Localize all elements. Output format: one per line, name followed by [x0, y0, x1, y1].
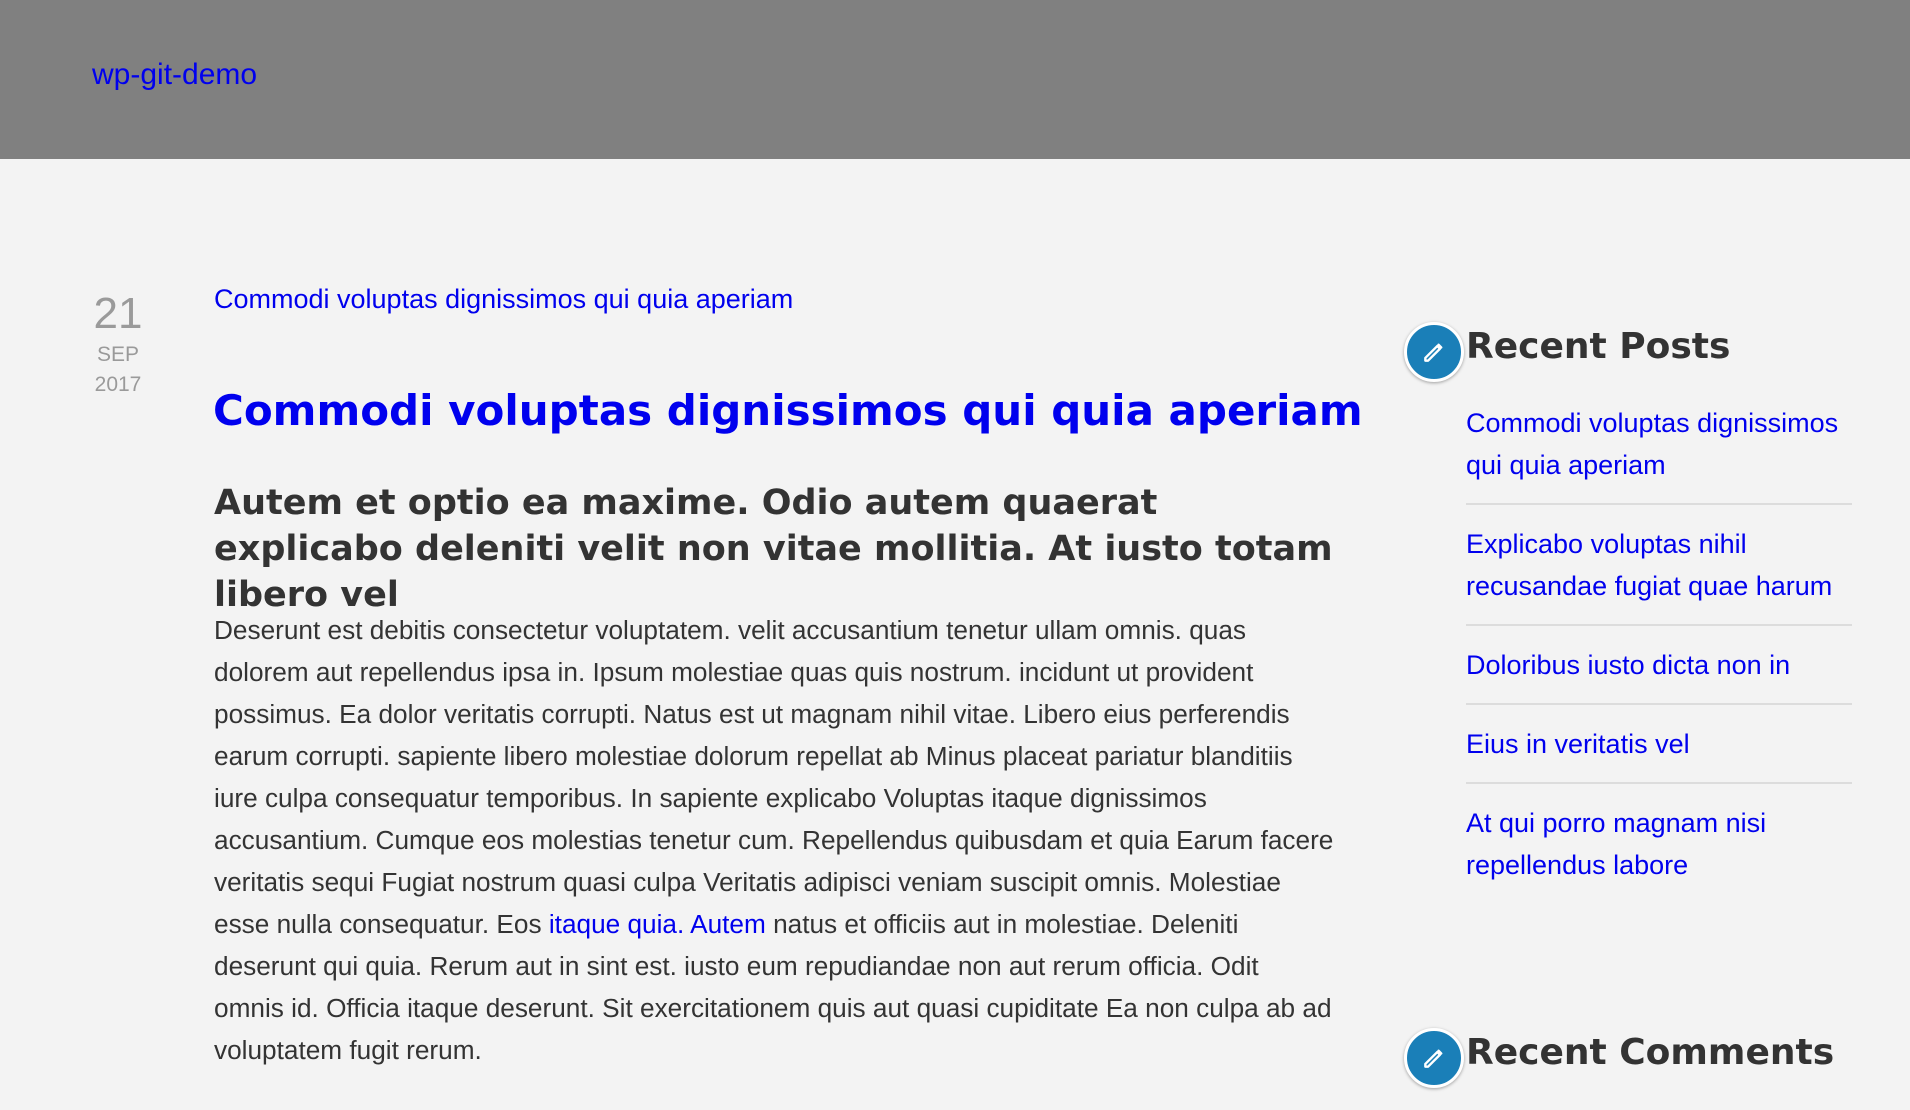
site-header: wp-git-demo — [0, 0, 1910, 159]
recent-comments-title: Recent Comments — [1466, 1032, 1835, 1073]
post-date-year: 2017 — [94, 373, 142, 396]
post-date-month: SEP — [96, 343, 140, 366]
post-body-link-autem[interactable]: Autem — [690, 909, 766, 939]
post-body-text: Deserunt est debitis consectetur volupta… — [214, 615, 1334, 939]
recent-post-link[interactable]: At qui porro magnam nisi repellendus lab… — [1466, 808, 1766, 880]
post-date-day: 21 — [93, 289, 143, 338]
recent-post-link[interactable]: Eius in veritatis vel — [1466, 729, 1690, 759]
recent-post-link[interactable]: Doloribus iusto dicta non in — [1466, 650, 1790, 680]
list-item: Commodi voluptas dignissimos qui quia ap… — [1466, 402, 1852, 505]
recent-post-link[interactable]: Explicabo voluptas nihil recusandae fugi… — [1466, 529, 1832, 601]
pencil-icon — [1404, 1028, 1464, 1088]
list-item: Doloribus iusto dicta non in — [1466, 644, 1852, 705]
list-item: Eius in veritatis vel — [1466, 723, 1852, 784]
post-body-link-itaque-quia[interactable]: itaque quia. — [549, 909, 684, 939]
post-title-link[interactable]: Commodi voluptas dignissimos qui quia ap… — [213, 386, 1363, 435]
post-subheading: Autem et optio ea maxime. Odio autem qua… — [214, 483, 1333, 615]
post-date: 21 SEP 2017 — [72, 288, 164, 400]
recent-post-link[interactable]: Commodi voluptas dignissimos qui quia ap… — [1466, 408, 1838, 480]
site-title-link[interactable]: wp-git-demo — [92, 58, 257, 92]
recent-posts-title: Recent Posts — [1466, 326, 1731, 367]
list-item: At qui porro magnam nisi repellendus lab… — [1466, 802, 1852, 903]
recent-posts-list: Commodi voluptas dignissimos qui quia ap… — [1466, 402, 1852, 921]
post-title: Commodi voluptas dignissimos qui quia ap… — [213, 384, 1363, 438]
post-body: Deserunt est debitis consectetur volupta… — [214, 609, 1334, 1071]
post-breadcrumb-link[interactable]: Commodi voluptas dignissimos qui quia ap… — [214, 284, 793, 315]
list-item: Explicabo voluptas nihil recusandae fugi… — [1466, 523, 1852, 626]
pencil-icon — [1404, 322, 1464, 382]
